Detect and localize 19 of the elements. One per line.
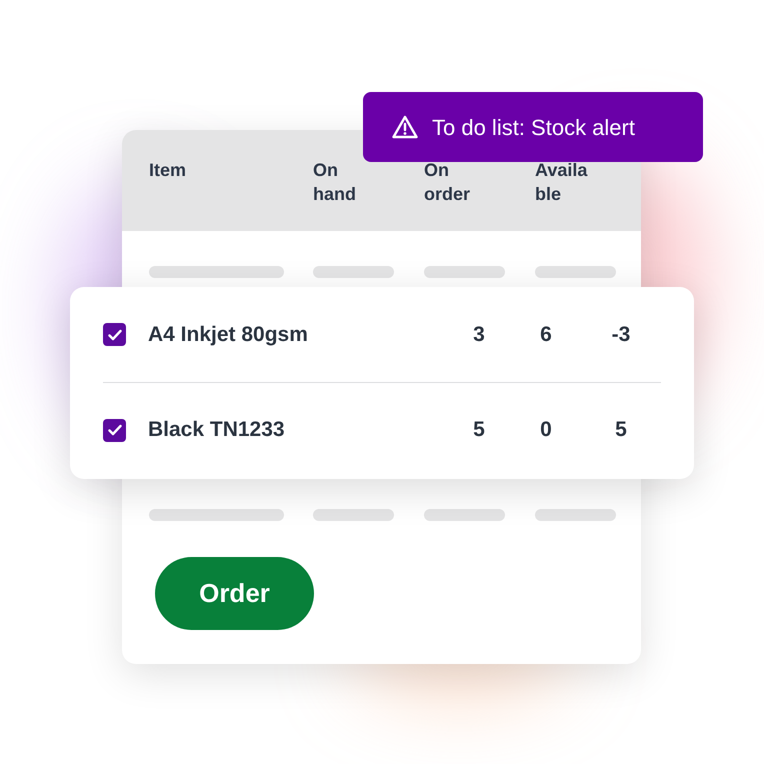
item-name: A4 Inkjet 80gsm <box>148 322 308 348</box>
order-button[interactable]: Order <box>155 557 314 630</box>
item-name: Black TN1233 <box>148 417 285 444</box>
checkmark-icon <box>108 424 122 436</box>
column-header: Item <box>149 159 188 182</box>
checkbox[interactable] <box>103 323 126 346</box>
column-header: On hand <box>313 159 357 206</box>
table-cell-text: 5 <box>614 417 628 444</box>
table-cell-text: 0 <box>539 417 553 444</box>
table-cell-text: 6 <box>539 322 553 348</box>
warning-icon <box>392 115 418 139</box>
table-cell-text: 5 <box>472 417 486 444</box>
checkmark-icon <box>108 328 122 340</box>
checkbox[interactable] <box>103 418 126 442</box>
table-cell-text: -3 <box>610 322 632 348</box>
column-header: Available <box>535 159 588 206</box>
table-cell-text: 3 <box>472 322 486 348</box>
column-header: On order <box>424 159 472 206</box>
alert-text: To do list: Stock alert <box>432 114 635 142</box>
